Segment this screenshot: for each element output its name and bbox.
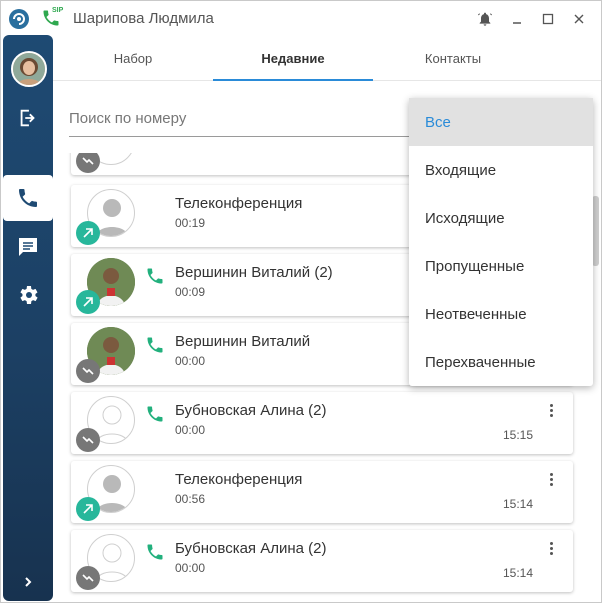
filter-item-intercepted[interactable]: Перехваченные [409, 338, 593, 386]
sip-phone-icon [145, 335, 165, 355]
active-tab-indicator [213, 79, 373, 81]
list-item[interactable]: Бубновская Алина (2) 00:00 15:15 [71, 392, 573, 454]
search-input[interactable] [69, 101, 399, 135]
call-time: 15:15 [502, 428, 533, 442]
call-name: Бубновская Алина (2) [175, 402, 327, 419]
call-duration: 00:00 [175, 561, 206, 575]
call-time: 15:14 [502, 497, 533, 511]
user-avatar[interactable] [11, 51, 47, 87]
notifications-bell-icon[interactable] [475, 9, 495, 29]
sip-phone-icon [145, 404, 165, 424]
calls-nav-phone-icon[interactable] [3, 175, 53, 221]
filter-item-all[interactable]: Все [409, 98, 593, 146]
sip-phone-icon [145, 542, 165, 562]
outgoing-call-icon [76, 497, 100, 521]
close-button[interactable] [569, 9, 589, 29]
call-duration: 00:19 [175, 216, 206, 230]
window-title: Шарипова Людмила [73, 10, 214, 27]
list-scrollbar[interactable] [592, 196, 599, 266]
call-name: Бубновская Алина (2) [175, 540, 327, 557]
call-name: Телеконференция [175, 471, 303, 488]
call-name: Телеконференция [175, 195, 303, 212]
incoming-call-icon [76, 153, 100, 173]
outgoing-call-icon [76, 221, 100, 245]
call-name: Вершинин Виталий (2) [175, 264, 333, 281]
settings-gear-icon[interactable] [3, 272, 53, 318]
list-item[interactable]: Телеконференция 00:56 15:14 [71, 461, 573, 523]
more-options-icon[interactable] [543, 469, 559, 489]
sidebar [3, 35, 53, 601]
call-name: Вершинин Виталий [175, 333, 311, 350]
sip-phone-icon [145, 266, 165, 286]
logout-icon[interactable] [3, 95, 53, 141]
minimize-button[interactable] [507, 9, 527, 29]
tab-recent[interactable]: Недавние [213, 35, 373, 81]
call-duration: 00:56 [175, 492, 206, 506]
filter-item-missed[interactable]: Пропущенные [409, 242, 593, 290]
sip-tag: SIP [52, 7, 64, 14]
tab-contacts[interactable]: Контакты [373, 35, 533, 81]
sip-phone-icon: SIP [41, 7, 65, 29]
chat-icon[interactable] [3, 224, 53, 270]
incoming-call-icon [76, 428, 100, 452]
call-duration: 00:09 [175, 285, 206, 299]
more-options-icon[interactable] [543, 400, 559, 420]
call-duration: 00:00 [175, 354, 206, 368]
expand-chevron-icon[interactable] [3, 559, 53, 602]
title-bar: SIP Шарипова Людмила [1, 1, 601, 35]
filter-item-incoming[interactable]: Входящие [409, 146, 593, 194]
maximize-button[interactable] [538, 9, 558, 29]
app-window: SIP Шарипова Людмила Набор Недавние Конт… [0, 0, 602, 603]
more-options-icon[interactable] [543, 538, 559, 558]
app-logo-icon [9, 9, 29, 29]
tab-bar: Набор Недавние Контакты [53, 35, 601, 81]
outgoing-call-icon [76, 290, 100, 314]
tab-dial[interactable]: Набор [53, 35, 213, 81]
call-duration: 00:00 [175, 423, 206, 437]
call-time: 15:14 [502, 566, 533, 580]
incoming-call-icon [76, 359, 100, 383]
filter-item-unanswered[interactable]: Неотвеченные [409, 290, 593, 338]
call-filter-menu: Все Входящие Исходящие Пропущенные Неотв… [409, 98, 593, 386]
incoming-call-icon [76, 566, 100, 590]
list-item[interactable]: Бубновская Алина (2) 00:00 15:14 [71, 530, 573, 592]
filter-item-outgoing[interactable]: Исходящие [409, 194, 593, 242]
